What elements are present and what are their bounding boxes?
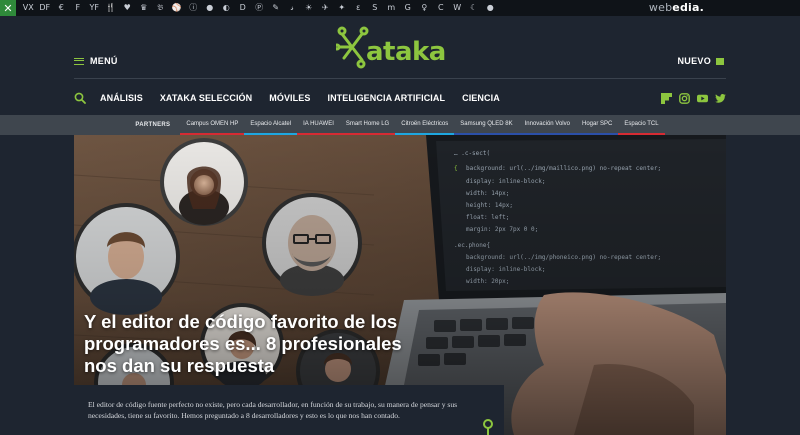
network-site-icon[interactable]: € xyxy=(53,0,70,16)
network-site-icon[interactable]: ☀ xyxy=(301,0,318,16)
network-site-icon[interactable]: ε xyxy=(350,0,367,16)
network-site-icon[interactable]: ● xyxy=(202,0,219,16)
network-site-icon[interactable]: 𝓈 xyxy=(284,0,301,16)
network-site-icon[interactable]: ● xyxy=(482,0,499,16)
partner-link[interactable]: Hogar SPC xyxy=(575,115,619,135)
network-site-icon[interactable]: ◐ xyxy=(218,0,235,16)
menu-label: MENÚ xyxy=(90,56,118,66)
partner-link[interactable]: Samsung QLED 8K xyxy=(454,115,519,135)
main-nav: ANÁLISIS XATAKA SELECCIÓN MÓVILES INTELI… xyxy=(74,88,726,108)
xataka-x-icon[interactable]: ✕ xyxy=(0,0,16,16)
nav-item-moviles[interactable]: MÓVILES xyxy=(269,93,310,103)
hero-excerpt: El editor de código fuente perfecto no e… xyxy=(74,385,504,435)
network-site-icon[interactable]: S xyxy=(367,0,384,16)
search-icon[interactable] xyxy=(74,92,86,104)
webedia-logo[interactable]: webedia. xyxy=(649,1,704,14)
site-header: MENÚ ataka NUEVO xyxy=(74,16,726,78)
network-site-icon[interactable]: ⚾ xyxy=(169,0,186,16)
menu-button[interactable]: MENÚ xyxy=(74,56,118,66)
hero-title[interactable]: Y el editor de código favorito de los pr… xyxy=(84,311,414,377)
nuevo-button[interactable]: NUEVO xyxy=(677,56,724,66)
nav-item-analisis[interactable]: ANÁLISIS xyxy=(100,93,143,103)
network-site-icon[interactable]: ⓘ xyxy=(185,0,202,16)
network-site-icon[interactable]: D xyxy=(235,0,252,16)
network-site-icon[interactable]: 🍴 xyxy=(103,0,120,16)
svg-text:ataka: ataka xyxy=(366,37,446,67)
hero-article[interactable]: … .c-sect( background: url(../img/mailli… xyxy=(74,135,726,435)
partner-link[interactable]: Innovación Volvo xyxy=(518,115,576,135)
network-site-icon[interactable]: VX xyxy=(20,0,37,16)
social-links xyxy=(661,92,726,104)
partners-label: PARTNERS xyxy=(135,122,171,128)
partner-link[interactable]: IA HUAWEI xyxy=(297,115,340,135)
network-site-icon[interactable]: ♛ xyxy=(136,0,153,16)
hamburger-icon xyxy=(74,57,84,65)
partners-bar: PARTNERS Campus OMEN HP Espacio Alcatel … xyxy=(0,115,800,135)
network-site-icon[interactable]: Ⓟ xyxy=(251,0,268,16)
network-site-icon[interactable]: G xyxy=(400,0,417,16)
xataka-node-icon xyxy=(483,419,493,435)
partner-link[interactable]: Smart Home LG xyxy=(339,115,396,135)
xataka-logo[interactable]: ataka xyxy=(336,22,466,72)
network-site-icon[interactable]: DF xyxy=(37,0,54,16)
nav-item-inteligencia-artificial[interactable]: INTELIGENCIA ARTIFICIAL xyxy=(327,93,445,103)
excerpt-text: El editor de código fuente perfecto no e… xyxy=(88,400,458,420)
network-site-icon[interactable]: F xyxy=(70,0,87,16)
network-site-icon[interactable]: ♀ xyxy=(416,0,433,16)
network-site-icon[interactable]: YF xyxy=(86,0,103,16)
network-site-icon[interactable]: ☾ xyxy=(466,0,483,16)
network-site-icon[interactable]: W xyxy=(449,0,466,16)
network-sites: VX DF € F YF 🍴 ♥ ♛ 𝔅 ⚾ ⓘ ● ◐ D Ⓟ ✎ 𝓈 ☀ ✈ ✦ ε Sm G ♀ C W ☾ ● xyxy=(20,0,499,16)
network-bar: ✕ VX DF € F YF 🍴 ♥ ♛ 𝔅 ⚾ ⓘ ● ◐ D Ⓟ ✎ 𝓈 ☀ ✈ ✦ ε Sm G ♀ C W ☾ ● webed… xyxy=(0,0,800,16)
twitter-icon[interactable] xyxy=(715,93,726,104)
instagram-icon[interactable] xyxy=(679,92,690,104)
network-site-icon[interactable]: C xyxy=(433,0,450,16)
nuevo-icon xyxy=(716,57,724,65)
network-site-icon[interactable]: ✦ xyxy=(334,0,351,16)
nav-item-xataka-seleccion[interactable]: XATAKA SELECCIÓN xyxy=(160,93,252,103)
nuevo-label: NUEVO xyxy=(677,56,711,66)
partner-link[interactable]: Espacio Alcatel xyxy=(244,115,298,135)
flipboard-icon[interactable] xyxy=(661,92,672,104)
header-divider xyxy=(74,78,726,79)
partner-link[interactable]: Espacio TCL xyxy=(618,115,665,135)
network-site-icon[interactable]: ✎ xyxy=(268,0,285,16)
youtube-icon[interactable] xyxy=(697,93,708,104)
network-site-icon[interactable]: m xyxy=(383,0,400,16)
network-site-icon[interactable]: 𝔅 xyxy=(152,0,169,16)
nav-item-ciencia[interactable]: CIENCIA xyxy=(462,93,500,103)
network-site-icon[interactable]: ♥ xyxy=(119,0,136,16)
partner-link[interactable]: Campus OMEN HP xyxy=(180,115,245,135)
network-site-icon[interactable]: ✈ xyxy=(317,0,334,16)
partner-link[interactable]: Citroën Eléctricos xyxy=(395,115,455,135)
